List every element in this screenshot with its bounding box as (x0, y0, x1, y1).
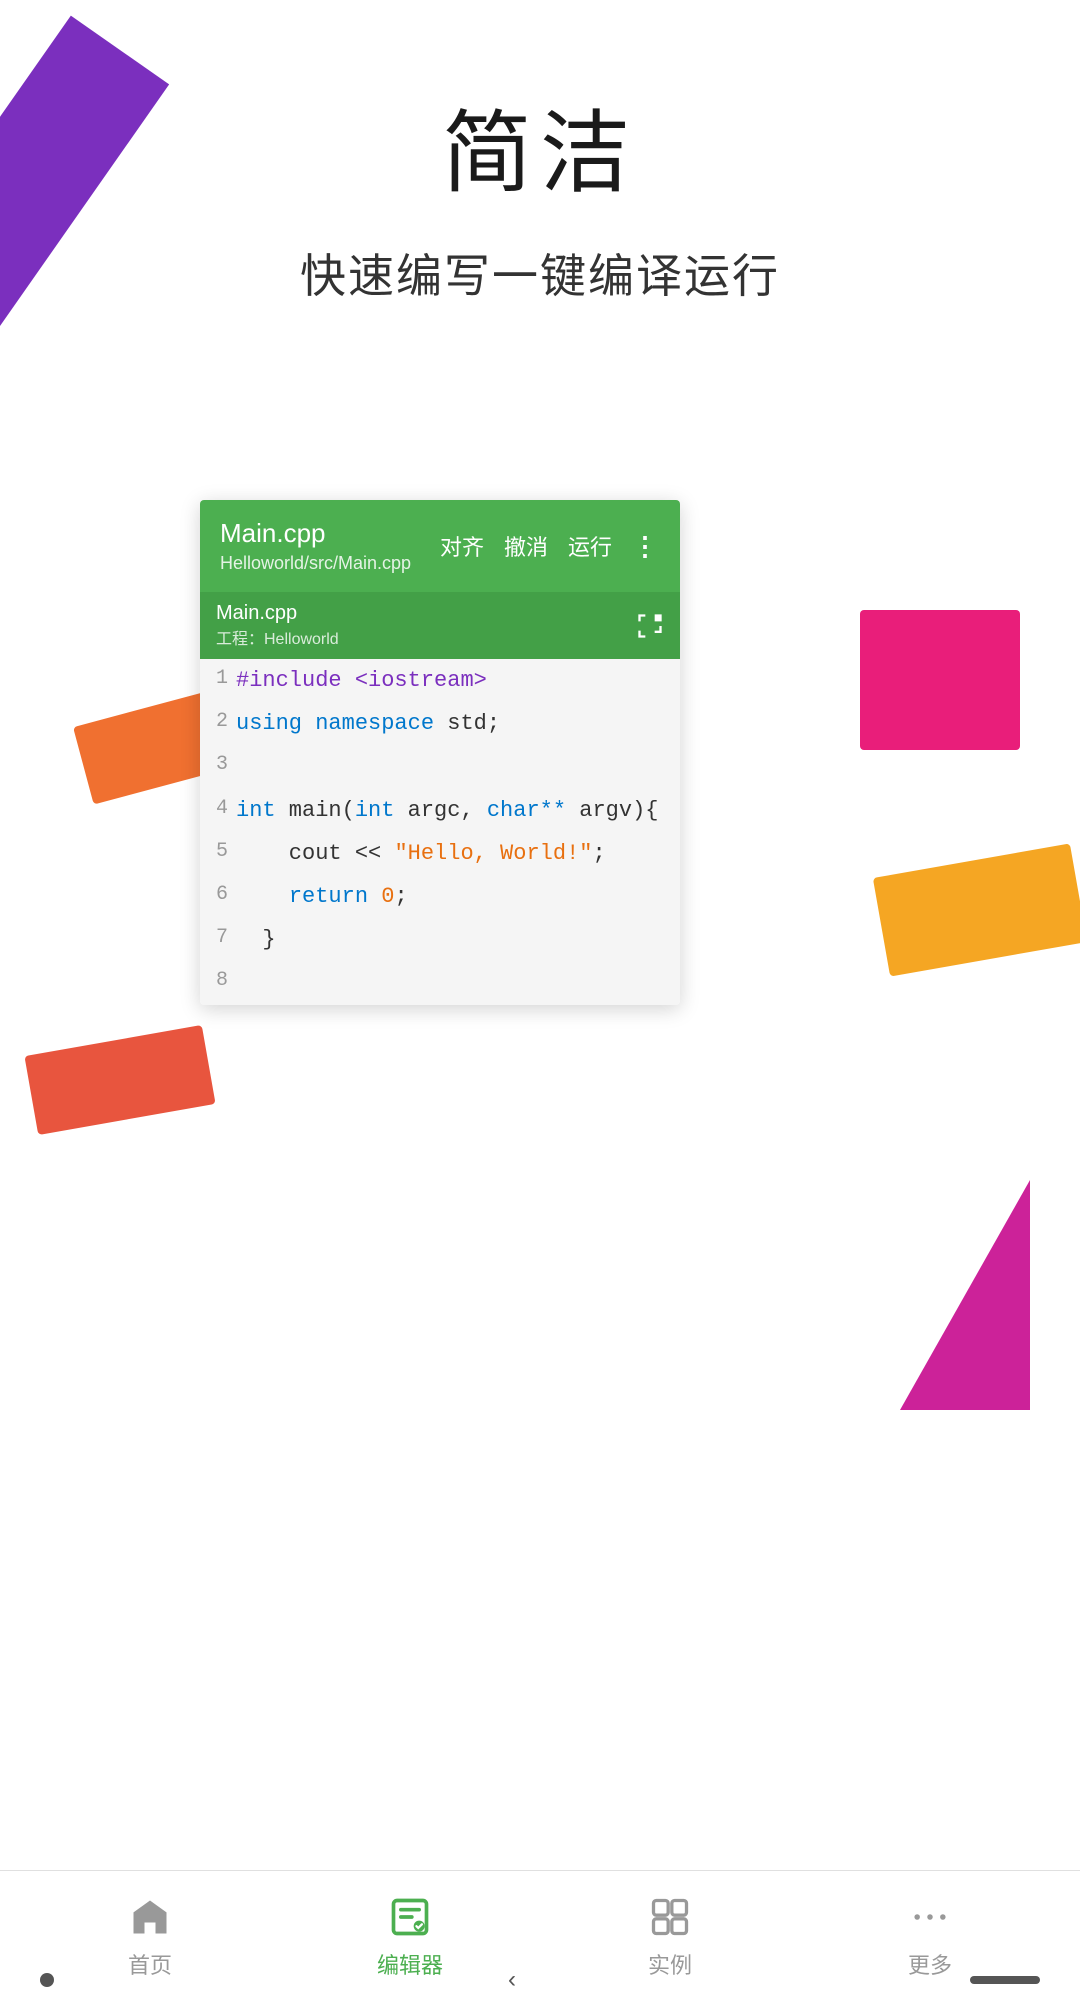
line-content-5: cout << "Hello, World!"; (236, 832, 606, 875)
more-nav-icon (905, 1892, 955, 1942)
code-line-3: 3 (200, 745, 680, 788)
code-line-7: 7 } (200, 918, 680, 961)
line-num-1: 1 (200, 659, 236, 699)
toolbar-actions: 对齐 撤消 运行 ⋮ (440, 530, 660, 562)
align-button[interactable]: 对齐 (440, 530, 484, 562)
editor-card: Main.cpp Helloworld/src/Main.cpp 对齐 撤消 运… (200, 500, 680, 1005)
page-title: 简洁 (0, 80, 1080, 210)
line-content-4: int main(int argc, char** argv){ (236, 789, 659, 832)
editor-title-block: Main.cpp Helloworld/src/Main.cpp (220, 518, 411, 574)
line-content-7: } (236, 918, 276, 961)
decorative-pink-rectangle (860, 610, 1020, 750)
home-indicator[interactable] (970, 1976, 1040, 1984)
line-content-1: #include <iostream> (236, 659, 487, 702)
tab-info: Main.cpp 工程：Helloworld (216, 602, 339, 649)
line-content-8 (236, 961, 249, 1004)
editor-icon (385, 1892, 435, 1942)
home-icon (125, 1892, 175, 1942)
decorative-magenta-triangle (900, 1180, 1030, 1410)
examples-icon (645, 1892, 695, 1942)
line-num-4: 4 (200, 789, 236, 829)
line-content-6: return 0; (236, 875, 408, 918)
more-button[interactable]: ⋮ (632, 531, 660, 562)
code-area: 1 #include <iostream> 2 using namespace … (200, 659, 680, 1005)
editor-filename: Main.cpp (220, 518, 411, 549)
line-num-3: 3 (200, 745, 236, 785)
editor-filepath: Helloworld/src/Main.cpp (220, 553, 411, 574)
back-button[interactable]: ‹ (508, 1966, 516, 1994)
tab-project: 工程：Helloworld (216, 625, 339, 649)
undo-button[interactable]: 撤消 (504, 530, 548, 562)
line-num-6: 6 (200, 875, 236, 915)
decorative-orange-right-rectangle (873, 843, 1080, 976)
code-line-2: 2 using namespace std; (200, 702, 680, 745)
line-num-8: 8 (200, 961, 236, 1001)
code-line-8: 8 (200, 961, 680, 1004)
tab-name[interactable]: Main.cpp (216, 602, 339, 625)
expand-icon[interactable] (636, 612, 664, 640)
code-line-6: 6 return 0; (200, 875, 680, 918)
editor-toolbar: Main.cpp Helloworld/src/Main.cpp 对齐 撤消 运… (200, 500, 680, 592)
run-button[interactable]: 运行 (568, 530, 612, 562)
line-num-5: 5 (200, 832, 236, 872)
decorative-red-rectangle (24, 1025, 215, 1135)
line-num-2: 2 (200, 702, 236, 742)
status-indicator (40, 1973, 54, 1987)
line-num-7: 7 (200, 918, 236, 958)
code-line-1: 1 #include <iostream> (200, 659, 680, 702)
line-content-3 (236, 745, 249, 788)
editor-tab-bar: Main.cpp 工程：Helloworld (200, 592, 680, 659)
status-bar: ‹ (0, 1960, 1080, 2000)
code-line-5: 5 cout << "Hello, World!"; (200, 832, 680, 875)
code-line-4: 4 int main(int argc, char** argv){ (200, 789, 680, 832)
page-subtitle: 快速编写一键编译运行 (0, 240, 1080, 306)
line-content-2: using namespace std; (236, 702, 500, 745)
